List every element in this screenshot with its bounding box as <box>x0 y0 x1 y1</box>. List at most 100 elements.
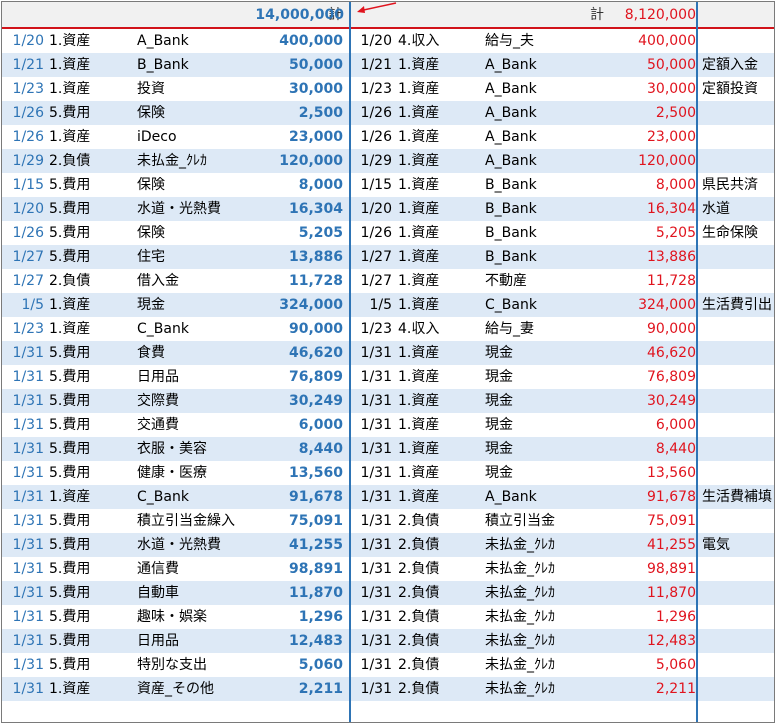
credit-account-type-cell[interactable]: 1.資産 <box>398 413 439 437</box>
credit-amount-cell[interactable]: 5,060 <box>656 653 696 677</box>
debit-date-cell[interactable]: 1/31 <box>8 605 44 629</box>
debit-date-cell[interactable]: 1/29 <box>8 149 44 173</box>
credit-date-cell[interactable]: 1/26 <box>356 101 392 125</box>
credit-amount-cell[interactable]: 30,000 <box>647 77 696 101</box>
debit-amount-cell[interactable]: 16,304 <box>289 197 343 221</box>
debit-subaccount-cell[interactable]: A_Bank <box>137 29 189 53</box>
credit-account-type-cell[interactable]: 1.資産 <box>398 269 439 293</box>
debit-amount-cell[interactable]: 75,091 <box>289 509 343 533</box>
note-cell[interactable]: 定額入金 <box>702 53 758 77</box>
debit-amount-cell[interactable]: 11,870 <box>289 581 343 605</box>
credit-account-type-cell[interactable]: 4.収入 <box>398 29 439 53</box>
credit-date-cell[interactable]: 1/31 <box>356 677 392 701</box>
debit-amount-cell[interactable]: 8,000 <box>299 173 343 197</box>
debit-subaccount-cell[interactable]: 特別な支出 <box>137 653 207 677</box>
credit-amount-cell[interactable]: 23,000 <box>647 125 696 149</box>
credit-account-type-cell[interactable]: 1.資産 <box>398 101 439 125</box>
credit-amount-cell[interactable]: 46,620 <box>647 341 696 365</box>
debit-date-cell[interactable]: 1/31 <box>8 533 44 557</box>
credit-date-cell[interactable]: 1/31 <box>356 629 392 653</box>
credit-amount-cell[interactable]: 8,000 <box>656 173 696 197</box>
debit-amount-cell[interactable]: 2,211 <box>299 677 343 701</box>
debit-subaccount-cell[interactable]: 趣味・娯楽 <box>137 605 207 629</box>
credit-date-cell[interactable]: 1/27 <box>356 245 392 269</box>
credit-date-cell[interactable]: 1/23 <box>356 317 392 341</box>
debit-amount-cell[interactable]: 91,678 <box>289 485 343 509</box>
debit-date-cell[interactable]: 1/5 <box>8 293 44 317</box>
credit-subaccount-cell[interactable]: 現金 <box>485 341 513 365</box>
credit-subaccount-cell[interactable]: B_Bank <box>485 245 537 269</box>
credit-date-cell[interactable]: 1/31 <box>356 341 392 365</box>
credit-date-cell[interactable]: 1/31 <box>356 485 392 509</box>
credit-amount-cell[interactable]: 120,000 <box>638 149 696 173</box>
credit-date-cell[interactable]: 1/31 <box>356 653 392 677</box>
credit-amount-cell[interactable]: 90,000 <box>647 317 696 341</box>
credit-account-type-cell[interactable]: 1.資産 <box>398 461 439 485</box>
debit-amount-cell[interactable]: 2,500 <box>299 101 343 125</box>
debit-date-cell[interactable]: 1/26 <box>8 221 44 245</box>
debit-date-cell[interactable]: 1/31 <box>8 365 44 389</box>
debit-date-cell[interactable]: 1/31 <box>8 677 44 701</box>
debit-date-cell[interactable]: 1/20 <box>8 29 44 53</box>
credit-subaccount-cell[interactable]: B_Bank <box>485 173 537 197</box>
note-cell[interactable]: 定額投資 <box>702 77 758 101</box>
debit-date-cell[interactable]: 1/31 <box>8 461 44 485</box>
debit-account-type-cell[interactable]: 5.費用 <box>49 533 90 557</box>
credit-amount-cell[interactable]: 12,483 <box>647 629 696 653</box>
credit-amount-cell[interactable]: 8,440 <box>656 437 696 461</box>
credit-amount-cell[interactable]: 13,886 <box>647 245 696 269</box>
debit-date-cell[interactable]: 1/27 <box>8 269 44 293</box>
credit-subaccount-cell[interactable]: A_Bank <box>485 53 537 77</box>
debit-account-type-cell[interactable]: 5.費用 <box>49 605 90 629</box>
credit-account-type-cell[interactable]: 1.資産 <box>398 365 439 389</box>
credit-subaccount-cell[interactable]: 給与_夫 <box>485 29 534 53</box>
debit-amount-cell[interactable]: 98,891 <box>289 557 343 581</box>
credit-subaccount-cell[interactable]: A_Bank <box>485 485 537 509</box>
debit-date-cell[interactable]: 1/23 <box>8 317 44 341</box>
debit-subaccount-cell[interactable]: 水道・光熱費 <box>137 533 221 557</box>
credit-date-cell[interactable]: 1/31 <box>356 533 392 557</box>
credit-account-type-cell[interactable]: 2.負債 <box>398 581 439 605</box>
credit-account-type-cell[interactable]: 1.資産 <box>398 197 439 221</box>
credit-subaccount-cell[interactable]: C_Bank <box>485 293 537 317</box>
debit-amount-cell[interactable]: 12,483 <box>289 629 343 653</box>
debit-account-type-cell[interactable]: 1.資産 <box>49 293 90 317</box>
debit-date-cell[interactable]: 1/20 <box>8 197 44 221</box>
debit-date-cell[interactable]: 1/15 <box>8 173 44 197</box>
credit-amount-cell[interactable]: 6,000 <box>656 413 696 437</box>
credit-subaccount-cell[interactable]: 現金 <box>485 461 513 485</box>
credit-subaccount-cell[interactable]: 現金 <box>485 389 513 413</box>
credit-date-cell[interactable]: 1/15 <box>356 173 392 197</box>
credit-account-type-cell[interactable]: 2.負債 <box>398 629 439 653</box>
debit-subaccount-cell[interactable]: 保険 <box>137 101 165 125</box>
credit-date-cell[interactable]: 1/21 <box>356 53 392 77</box>
credit-subaccount-cell[interactable]: 積立引当金 <box>485 509 555 533</box>
credit-account-type-cell[interactable]: 4.収入 <box>398 317 439 341</box>
debit-amount-cell[interactable]: 13,560 <box>289 461 343 485</box>
debit-date-cell[interactable]: 1/31 <box>8 653 44 677</box>
credit-account-type-cell[interactable]: 2.負債 <box>398 557 439 581</box>
debit-amount-cell[interactable]: 41,255 <box>289 533 343 557</box>
debit-account-type-cell[interactable]: 5.費用 <box>49 509 90 533</box>
note-cell[interactable]: 生命保険 <box>702 221 758 245</box>
debit-account-type-cell[interactable]: 5.費用 <box>49 101 90 125</box>
credit-amount-cell[interactable]: 30,249 <box>647 389 696 413</box>
debit-account-type-cell[interactable]: 1.資産 <box>49 485 90 509</box>
credit-amount-cell[interactable]: 50,000 <box>647 53 696 77</box>
credit-date-cell[interactable]: 1/20 <box>356 29 392 53</box>
debit-account-type-cell[interactable]: 5.費用 <box>49 341 90 365</box>
credit-amount-cell[interactable]: 16,304 <box>647 197 696 221</box>
debit-subaccount-cell[interactable]: 水道・光熱費 <box>137 197 221 221</box>
credit-amount-cell[interactable]: 91,678 <box>647 485 696 509</box>
credit-account-type-cell[interactable]: 1.資産 <box>398 125 439 149</box>
credit-amount-cell[interactable]: 2,500 <box>656 101 696 125</box>
credit-amount-cell[interactable]: 13,560 <box>647 461 696 485</box>
credit-date-cell[interactable]: 1/29 <box>356 149 392 173</box>
debit-subaccount-cell[interactable]: 交通費 <box>137 413 179 437</box>
credit-date-cell[interactable]: 1/31 <box>356 509 392 533</box>
debit-account-type-cell[interactable]: 5.費用 <box>49 437 90 461</box>
debit-account-type-cell[interactable]: 5.費用 <box>49 413 90 437</box>
debit-account-type-cell[interactable]: 5.費用 <box>49 557 90 581</box>
debit-account-type-cell[interactable]: 1.資産 <box>49 677 90 701</box>
debit-account-type-cell[interactable]: 5.費用 <box>49 389 90 413</box>
